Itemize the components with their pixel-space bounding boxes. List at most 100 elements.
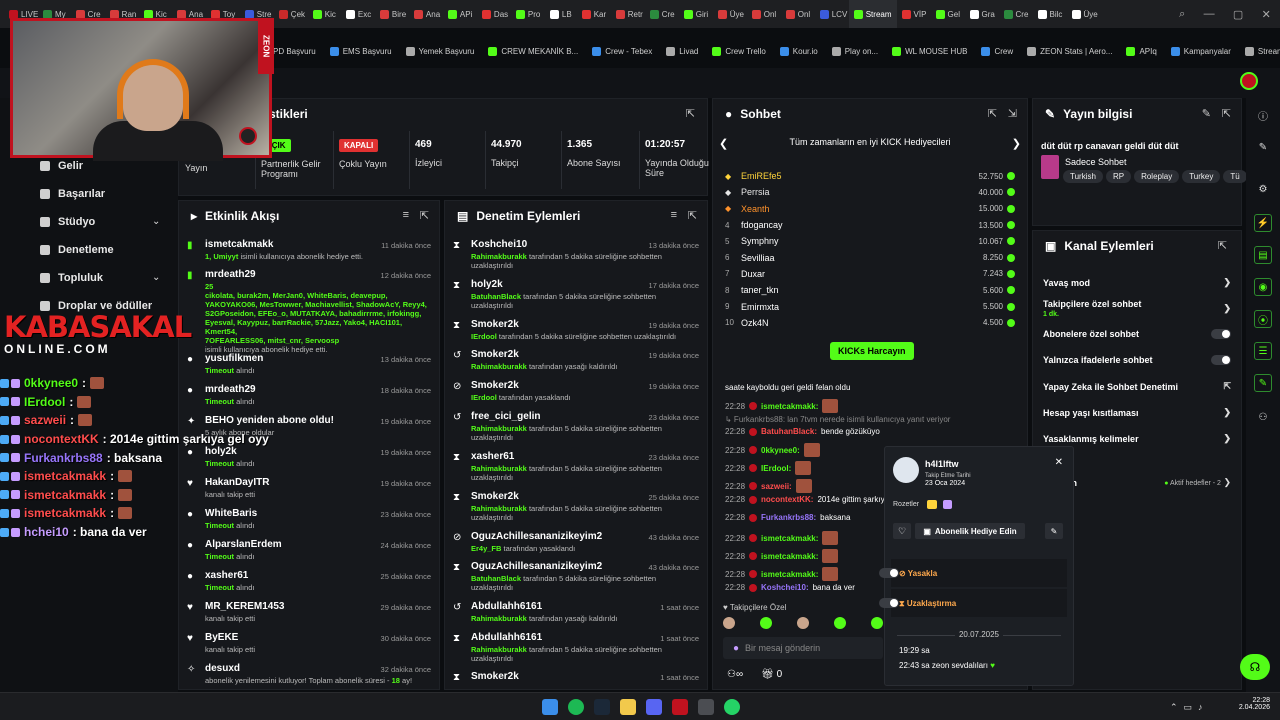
browser-tab[interactable]: Cre	[999, 0, 1033, 28]
list-item[interactable]: ⊘ OguzAchillesananizikeyim2 Er4y_FB tarafı…	[453, 531, 699, 553]
close-icon[interactable]: ✕	[1055, 457, 1063, 468]
leaderboard-row[interactable]: ◆ Xeanth 15.000	[725, 201, 1015, 217]
leaderboard-row[interactable]: 6 Sevilliaa 8.250	[725, 250, 1015, 266]
chat-username[interactable]: Furkankrbs88:	[761, 513, 816, 522]
mute-icon[interactable]: ✎	[1045, 523, 1063, 539]
bookmark[interactable]: Yemek Başvuru	[405, 46, 474, 56]
sidebar-item[interactable]: Başarılar	[40, 188, 105, 200]
list-item[interactable]: ▮ mrdeath29 25 cikolata, burak2m, MerJan0, …	[187, 269, 431, 354]
browser-tab[interactable]: Cre	[645, 0, 679, 28]
gift-sub-button[interactable]: ▣ Abonelik Hediye Edin	[915, 523, 1025, 539]
expand-icon[interactable]: ⇱	[1218, 239, 1227, 252]
info-icon[interactable]: ⓘ	[1254, 106, 1272, 124]
browser-tab[interactable]: Retr	[611, 0, 645, 28]
channel-action-row[interactable]: Abonelere özel sohbet	[1043, 329, 1231, 339]
bookmark[interactable]: Kour.io	[779, 46, 818, 56]
chat-username[interactable]: BatuhanBlack:	[761, 427, 817, 436]
chat-input[interactable]: ● Bir mesaj gönderin	[723, 637, 883, 659]
avatar[interactable]	[1240, 72, 1258, 90]
list-item[interactable]: ⧗ Smoker2k IErdool tarafından 5 dakika sür…	[453, 319, 699, 341]
chat-username[interactable]: ismetcakmakk:	[761, 552, 818, 561]
opera-icon[interactable]	[672, 699, 688, 715]
sidebar-item[interactable]: Topluluk	[40, 272, 103, 284]
list-item[interactable]: ⧗ Smoker2k Rahimakburakk tarafından 5 daki…	[453, 491, 699, 522]
filter-icon[interactable]: ≡	[671, 209, 677, 221]
list-item[interactable]: ⧗ Smoker2k 1 saat önce	[453, 671, 699, 683]
channel-action-row[interactable]: Yavaş mod ❯	[1043, 277, 1231, 288]
browser-tab[interactable]: Stream	[848, 0, 897, 28]
browser-tab[interactable]: Giri	[679, 0, 713, 28]
channel-action-row[interactable]: Hesap yaşı kısıtlaması ❯	[1043, 407, 1231, 418]
external-link-icon[interactable]: ⇱	[1223, 381, 1231, 392]
chat-username[interactable]: ismetcakmakk:	[761, 402, 818, 411]
browser-tab[interactable]: VİP	[897, 0, 931, 28]
browser-tab[interactable]: APi	[443, 0, 477, 28]
chat-username[interactable]: ismetcakmakk:	[761, 570, 818, 579]
list-item[interactable]: ♥ ByEKE kanalı takip etti 30 dakika önce	[187, 632, 431, 654]
browser-tab[interactable]: Bire	[375, 0, 409, 28]
bookmark[interactable]: Play on...	[831, 46, 878, 56]
settings-icon[interactable]: ⚙	[1254, 180, 1272, 198]
browser-tab[interactable]: Pro	[511, 0, 545, 28]
next-arrow-icon[interactable]: ❯	[1012, 137, 1021, 150]
chevron-right-icon[interactable]: ❯	[1223, 433, 1231, 444]
sidebar-item[interactable]: Stüdyo	[40, 216, 95, 228]
browser-tab[interactable]: Çek	[274, 0, 308, 28]
emote-icon[interactable]	[723, 617, 735, 629]
toggle-switch[interactable]	[1211, 355, 1231, 365]
kicks-button[interactable]: KICKs Harcayın	[830, 342, 914, 360]
channel-action-row[interactable]: Yapay Zeka ile Sohbet Denetimi ⇱	[1043, 381, 1231, 392]
clipboard-icon[interactable]: ▤	[1254, 246, 1272, 264]
leaderboard-row[interactable]: ◆ Perrsia 40.000	[725, 184, 1015, 200]
expand-icon[interactable]: ⇱	[420, 209, 429, 222]
toggle-switch[interactable]	[1211, 329, 1231, 339]
channel-action-row[interactable]: Yalnızca ifadelerle sohbet	[1043, 355, 1231, 365]
app-icon[interactable]	[698, 699, 714, 715]
sidebar-item[interactable]: Gelir	[40, 160, 83, 172]
bookmark[interactable]: Crew	[981, 46, 1013, 56]
chat-username[interactable]: nocontextKK:	[761, 495, 813, 504]
browser-tab[interactable]: Bilc	[1033, 0, 1067, 28]
minimize-icon[interactable]: —	[1204, 8, 1215, 20]
edit-icon[interactable]: ✎	[1254, 138, 1272, 156]
channel-action-row[interactable]: Takipçilere özel sohbet 1 dk. ❯	[1043, 299, 1231, 318]
timeout-toggle[interactable]	[879, 598, 899, 608]
infinity-icon[interactable]: ⚇∞	[727, 669, 743, 680]
list-item[interactable]: ↺ free_cici_gelin Rahimakburakk tarafından…	[453, 411, 699, 442]
list-item[interactable]: ⊘ Smoker2k IErdool tarafından yasaklandı 19…	[453, 380, 699, 402]
chat-username[interactable]: Koshchei10:	[761, 583, 809, 592]
share-icon[interactable]: ⚇	[1254, 408, 1272, 426]
chevron-down-icon[interactable]: ⌄	[152, 272, 160, 283]
category-name[interactable]: Sadece Sohbet	[1065, 157, 1127, 167]
leaderboard-row[interactable]: ◆ EmiREfe5 52.750	[725, 168, 1015, 184]
stream-tag[interactable]: Turkish	[1063, 170, 1103, 183]
browser-tab[interactable]: Üye	[1067, 0, 1101, 28]
folder-icon[interactable]	[620, 699, 636, 715]
leaderboard-row[interactable]: 9 Emirmxta 5.500	[725, 298, 1015, 314]
browser-tab[interactable]: LCV	[815, 0, 849, 28]
tray-icons[interactable]: ⌃▭♪	[1170, 702, 1209, 713]
windows-start-icon[interactable]	[542, 699, 558, 715]
chat-bubble-icon[interactable]: ◉	[1254, 278, 1272, 296]
chevron-down-icon[interactable]: ⌄	[152, 216, 160, 227]
leaderboard-row[interactable]: 5 Symphny 10.067	[725, 233, 1015, 249]
sidebar-item[interactable]: Denetleme	[40, 244, 114, 256]
gift-count[interactable]: 🎁︎ 0	[761, 669, 782, 680]
chat-username[interactable]: IErdool:	[761, 464, 791, 473]
browser-tab[interactable]: Onl	[781, 0, 815, 28]
list-item[interactable]: ● AlparslanErdem Timeout alındı 24 dakika ö…	[187, 539, 431, 561]
radio-icon[interactable]: ⦿	[1254, 310, 1272, 328]
edit-icon[interactable]: ✎	[1202, 107, 1211, 120]
expand-icon[interactable]: ⇱	[988, 107, 997, 120]
browser-tab[interactable]: LB	[545, 0, 577, 28]
prev-arrow-icon[interactable]: ❮	[719, 137, 728, 150]
stream-tag[interactable]: Tü	[1223, 170, 1247, 183]
list-icon[interactable]: ☰	[1254, 342, 1272, 360]
discord-icon[interactable]	[646, 699, 662, 715]
browser-tab[interactable]: Onl	[747, 0, 781, 28]
bookmark[interactable]: APIq	[1126, 46, 1157, 56]
channel-action-row[interactable]: Yasaklanmış kelimeler ❯	[1043, 433, 1231, 444]
browser-tab[interactable]: Das	[477, 0, 511, 28]
browser-tab[interactable]: Kar	[577, 0, 611, 28]
follow-heart-icon[interactable]: ♡	[893, 523, 911, 539]
